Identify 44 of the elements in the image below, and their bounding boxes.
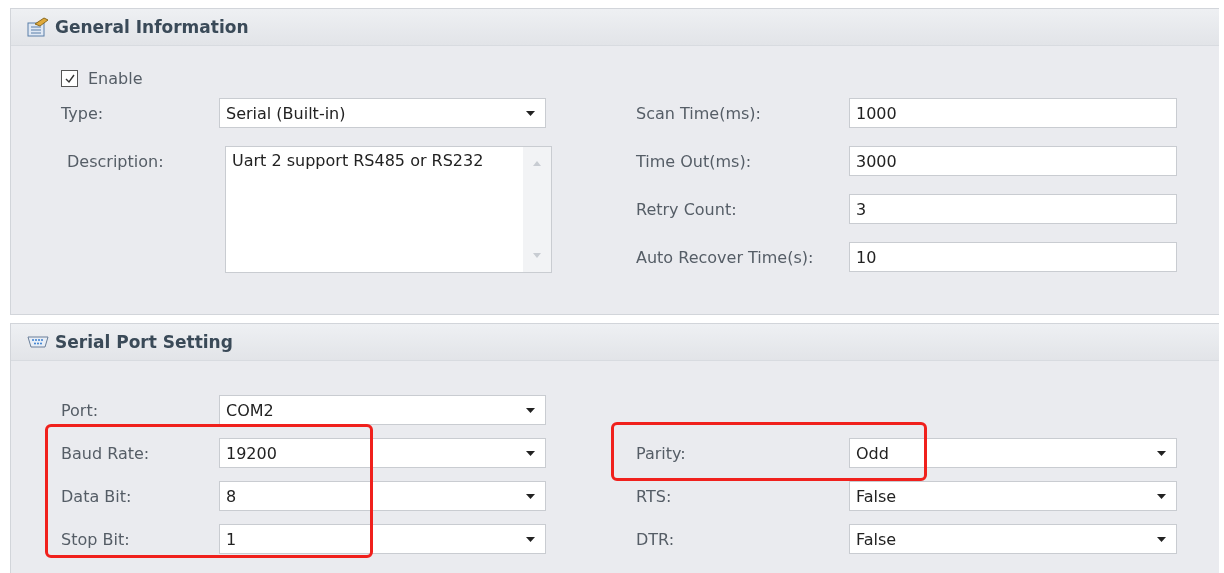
field-label: Parity: (636, 443, 687, 463)
check-icon (63, 72, 76, 85)
field-label: Type: (61, 103, 105, 123)
serial-port-icon (27, 336, 49, 348)
form-icon (27, 17, 49, 37)
caret-icon (526, 493, 535, 499)
scroll-up-icon[interactable] (533, 161, 541, 166)
field-label: Data Bit: (61, 486, 133, 506)
text-field[interactable]: 3 (849, 194, 1177, 224)
field-label: Stop Bit: (61, 529, 131, 549)
checkbox-label: Enable (88, 69, 143, 88)
caret-icon (526, 110, 535, 116)
field-label: Time Out(ms): (636, 151, 753, 171)
caret-icon (1157, 493, 1166, 499)
dropdown-field[interactable]: COM2 (219, 395, 546, 425)
scroll-down-icon[interactable] (533, 253, 541, 258)
field-label: Scan Time(ms): (636, 103, 762, 123)
text-field[interactable]: 10 (849, 242, 1177, 272)
dropdown-field[interactable]: Serial (Built-in) (219, 98, 546, 128)
caret-icon (526, 536, 535, 542)
section-title: General Information (55, 17, 249, 37)
field-label: Baud Rate: (61, 443, 151, 463)
dropdown-field[interactable]: False (849, 524, 1177, 554)
enable-checkbox[interactable] (61, 70, 78, 87)
field-label: Description: (67, 151, 165, 171)
caret-icon (1157, 450, 1166, 456)
dropdown-field[interactable]: 8 (219, 481, 546, 511)
field-label: Retry Count: (636, 199, 738, 219)
field-label: RTS: (636, 486, 673, 506)
field-label: Port: (61, 400, 100, 420)
text-field[interactable]: 3000 (849, 146, 1177, 176)
field-label: Auto Recover Time(s): (636, 247, 815, 267)
text-field[interactable]: 1000 (849, 98, 1177, 128)
dropdown-field[interactable]: False (849, 481, 1177, 511)
description-field[interactable]: Uart 2 support RS485 or RS232 (225, 146, 552, 273)
caret-icon (526, 407, 535, 413)
scrollbar[interactable] (523, 147, 551, 272)
section-title: Serial Port Setting (55, 332, 233, 352)
dropdown-field[interactable]: Odd (849, 438, 1177, 468)
dropdown-field[interactable]: 19200 (219, 438, 546, 468)
dropdown-field[interactable]: 1 (219, 524, 546, 554)
caret-icon (1157, 536, 1166, 542)
field-label: DTR: (636, 529, 676, 549)
caret-icon (526, 450, 535, 456)
